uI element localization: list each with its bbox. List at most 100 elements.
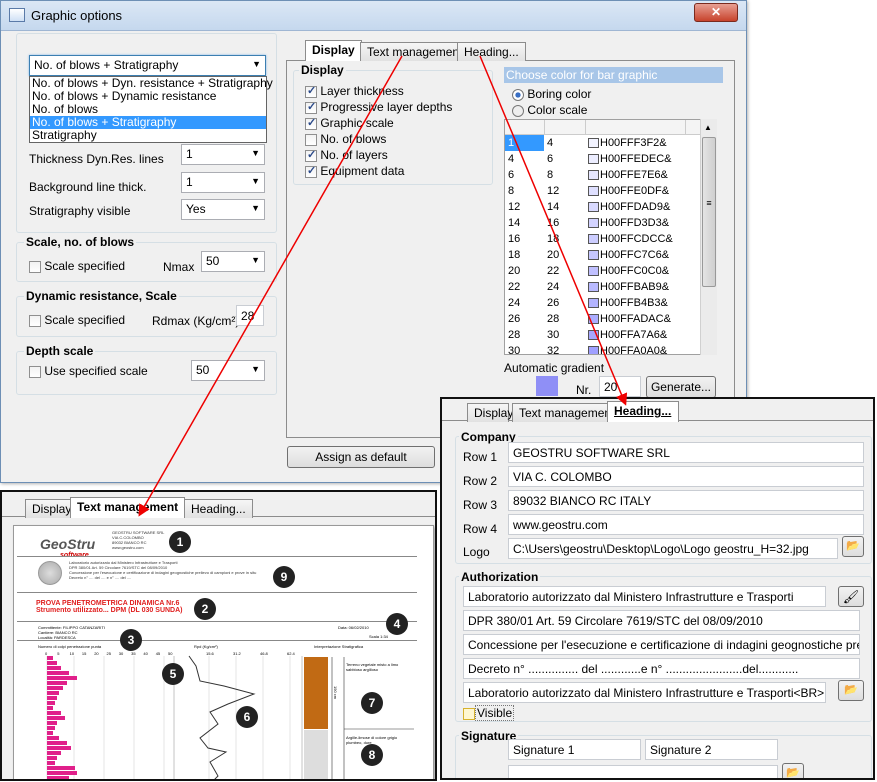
graph-type-select[interactable]: No. of blows + Stratigraphy ▼ (29, 55, 266, 76)
display-item[interactable]: Progressive layer depths (305, 100, 452, 114)
depth-select[interactable]: 50 ▼ (191, 360, 265, 381)
display-item[interactable]: Graphic scale (305, 116, 394, 130)
color-row[interactable]: 16 18 H00FFCDCC& (505, 231, 700, 247)
color-from: 30 (508, 345, 521, 355)
color-table[interactable]: 1 4 H00FFF3F2& 4 6 H00FFEDEC& 6 8 H00FFE7E6& 8 12 H… (504, 119, 717, 355)
color-row[interactable]: 24 26 H00FFB4B3& (505, 295, 700, 311)
color-code: H00FFF3F2& (600, 137, 667, 149)
company-row-input[interactable]: 89032 BIANCO RC ITALY (508, 490, 864, 511)
depth-checkbox[interactable]: Use specified scale (29, 364, 148, 378)
tab-display[interactable]: Display (467, 403, 513, 422)
option-strat[interactable]: Stratigraphy (30, 129, 266, 142)
marker-5: 5 (162, 663, 184, 685)
signature2-input[interactable]: Signature 2 (645, 739, 778, 760)
auth-line-input[interactable]: Decreto n° ............... del .........… (463, 658, 860, 679)
auto-gradient-label: Automatic gradient (504, 361, 605, 375)
display-item[interactable]: Layer thickness (305, 84, 404, 98)
generate-button[interactable]: Generate... (646, 376, 716, 398)
color-row[interactable]: 26 28 H00FFADAC& (505, 311, 700, 327)
color-row[interactable]: 14 16 H00FFD3D3& (505, 215, 700, 231)
color-code: H00FFBAB9& (600, 281, 670, 293)
rdmax-input[interactable]: 28 (236, 305, 264, 326)
heading-inset: Display Text management Heading... Compa… (440, 397, 875, 780)
color-code: H00FFC0C0& (600, 265, 670, 277)
marker-1: 1 (169, 531, 191, 553)
color-row[interactable]: 6 8 H00FFE7E6& (505, 167, 700, 183)
color-table-scrollbar[interactable]: ▲ ≡ (700, 119, 717, 355)
tab-display[interactable]: Display (305, 40, 362, 61)
visible-label: Visible (475, 705, 515, 721)
folder-open-icon[interactable]: 📂 (782, 763, 804, 778)
color-header: Choose color for bar graphic (504, 67, 723, 83)
brush-icon[interactable]: 🖌 (838, 586, 864, 607)
strat-visible-label: Stratigraphy visible (29, 204, 131, 218)
signature1-input[interactable]: Signature 1 (508, 739, 641, 760)
auth-line-input[interactable]: DPR 380/01 Art. 59 Circolare 7619/STC de… (463, 610, 860, 631)
color-row[interactable]: 8 12 H00FFE0DF& (505, 183, 700, 199)
marker-2: 2 (194, 598, 216, 620)
color-from: 6 (508, 169, 515, 181)
blow-bar (47, 686, 63, 690)
auth-line-input[interactable]: Laboratorio autorizzato dal Ministero In… (463, 682, 826, 703)
boring-color-radio[interactable]: Boring color (512, 87, 591, 101)
company-row-input[interactable]: GEOSTRU SOFTWARE SRL (508, 442, 864, 463)
nr-input[interactable]: 20 (599, 376, 641, 397)
thickness-select[interactable]: 1 ▼ (181, 144, 265, 165)
tab-heading[interactable]: Heading... (184, 499, 253, 518)
graph-type-dropdown[interactable]: No. of blows + Dyn. resistance + Stratig… (29, 76, 273, 143)
color-to: 28 (547, 313, 560, 325)
background-select[interactable]: 1 ▼ (181, 172, 265, 193)
auth-line-input[interactable]: Laboratorio autorizzato dal Ministero In… (463, 586, 826, 607)
scroll-up-icon[interactable]: ▲ (704, 123, 712, 132)
logo-input[interactable]: C:\Users\geostru\Desktop\Logo\Logo geost… (508, 538, 838, 559)
depth-title: Depth scale (24, 344, 96, 358)
scale-blows-checkbox[interactable]: Scale specified (29, 259, 125, 273)
nmax-label: Nmax (163, 260, 195, 274)
auth-line-input[interactable]: Concessione per l'esecuzione e certifica… (463, 634, 860, 655)
color-code: H00FFDAD9& (600, 201, 671, 213)
color-row[interactable]: 18 20 H00FFC7C6& (505, 247, 700, 263)
tab-heading[interactable]: Heading... (607, 401, 679, 422)
color-row[interactable]: 30 32 H00FFA0A0& (505, 343, 700, 355)
depth-value: 50 (196, 363, 210, 377)
chevron-down-icon: ▼ (251, 203, 260, 213)
color-row[interactable]: 12 14 H00FFDAD9& (505, 199, 700, 215)
color-from: 8 (508, 185, 515, 197)
blow-bar (47, 766, 75, 770)
display-item[interactable]: No. of layers (305, 148, 388, 162)
chevron-down-icon: ▼ (251, 176, 260, 186)
strat-visible-select[interactable]: Yes ▼ (181, 199, 265, 220)
color-row[interactable]: 28 30 H00FFA7A6& (505, 327, 700, 343)
company-row-input[interactable]: www.geostru.com (508, 514, 864, 535)
chevron-down-icon: ▼ (252, 59, 261, 69)
checkbox-icon (463, 707, 475, 720)
folder-open-icon[interactable]: 📂 (838, 680, 864, 701)
signature-image-input[interactable] (508, 765, 778, 778)
visible-checkbox[interactable]: Visible (463, 705, 515, 721)
tab-text-management[interactable]: Text management (70, 497, 186, 518)
color-scale-radio[interactable]: Color scale (512, 103, 587, 117)
color-row[interactable]: 4 6 H00FFEDEC& (505, 151, 700, 167)
color-to: 20 (547, 249, 560, 261)
gradient-swatch[interactable] (536, 376, 558, 396)
tab-heading[interactable]: Heading... (457, 42, 526, 61)
color-row[interactable]: 1 4 H00FFF3F2& (505, 135, 700, 151)
color-row[interactable]: 22 24 H00FFBAB9& (505, 279, 700, 295)
company-row-input[interactable]: VIA C. COLOMBO (508, 466, 864, 487)
company-row-label: Row 1 (463, 450, 498, 464)
display-item[interactable]: Equipment data (305, 164, 404, 178)
assign-default-button[interactable]: Assign as default (287, 446, 435, 468)
tab-text-management[interactable]: Text management (512, 403, 622, 422)
thickness-value: 1 (186, 147, 193, 161)
color-swatch (588, 266, 599, 277)
dyn-res-checkbox[interactable]: Scale specified (29, 313, 125, 327)
tab-text-management[interactable]: Text management (360, 42, 470, 61)
scroll-thumb[interactable]: ≡ (702, 137, 716, 287)
text-management-inset: Display Text management Heading... GeoSt… (0, 490, 437, 781)
blow-bar (47, 756, 57, 760)
close-button[interactable]: ✕ (694, 3, 738, 22)
display-item[interactable]: No. of blows (305, 132, 386, 146)
nmax-select[interactable]: 50 ▼ (201, 251, 265, 272)
folder-open-icon[interactable]: 📂 (842, 536, 864, 557)
color-row[interactable]: 20 22 H00FFC0C0& (505, 263, 700, 279)
